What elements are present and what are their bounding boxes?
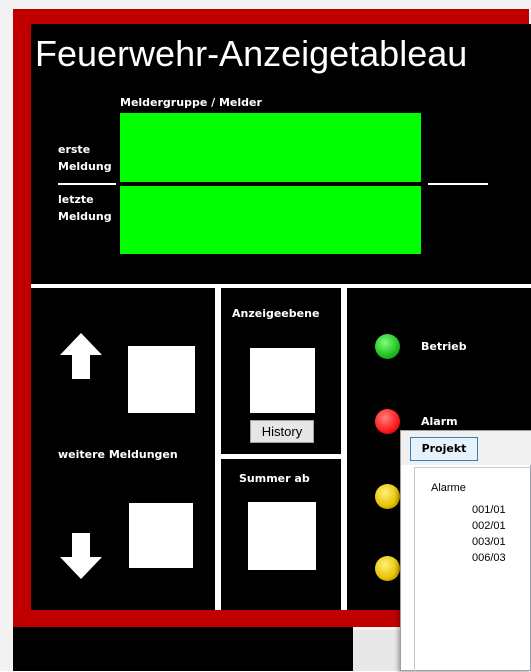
alarm-label: Alarm — [421, 415, 458, 428]
yellow-lamp-2 — [375, 556, 400, 581]
first-label-line1: erste — [58, 143, 91, 156]
operation-label: Betrieb — [421, 340, 467, 353]
level-label: Anzeigeebene — [232, 307, 320, 320]
list-item[interactable]: 002/01 — [472, 520, 506, 532]
group-label: Meldergruppe / Melder — [120, 96, 262, 109]
level-button[interactable] — [250, 348, 315, 413]
first-message-display — [120, 113, 421, 182]
alarm-list[interactable]: Alarme 001/01 002/01 003/01 006/03 — [414, 467, 531, 672]
column-divider-2 — [341, 288, 347, 610]
history-button[interactable]: History — [250, 420, 314, 443]
last-label-line2: Meldung — [58, 210, 112, 223]
projekt-button[interactable]: Projekt — [410, 437, 478, 461]
list-item[interactable]: 003/01 — [472, 536, 506, 548]
last-message-display — [120, 186, 421, 254]
yellow-lamp-1 — [375, 484, 400, 509]
alarm-list-header: Alarme — [431, 482, 466, 494]
bottom-panel — [353, 630, 403, 671]
section-divider — [31, 284, 531, 288]
bottom-bar — [13, 627, 353, 671]
buzzer-off-button[interactable] — [248, 502, 316, 570]
list-item[interactable]: 001/01 — [472, 504, 506, 516]
alarm-lamp — [375, 409, 400, 434]
more-messages-label: weitere Meldungen — [58, 448, 178, 461]
list-item[interactable]: 006/03 — [472, 552, 506, 564]
scroll-down-button[interactable] — [129, 503, 193, 568]
project-popup: Projekt Alarme 001/01 002/01 003/01 006/… — [400, 430, 531, 672]
divider-left — [58, 183, 116, 185]
scroll-up-button[interactable] — [128, 346, 195, 413]
app-window: Feuerwehr-Anzeigetableau Meldergruppe / … — [0, 0, 531, 672]
first-label-line2: Meldung — [58, 160, 112, 173]
buzzer-label: Summer ab — [239, 472, 310, 485]
column-divider-1 — [215, 288, 221, 610]
page-title: Feuerwehr-Anzeigetableau — [35, 33, 468, 74]
arrow-up-icon — [60, 333, 102, 379]
operation-lamp — [375, 334, 400, 359]
display-divider — [120, 182, 421, 184]
divider-right — [428, 183, 488, 185]
popup-toolbar: Projekt — [401, 431, 531, 465]
last-label-line1: letzte — [58, 193, 94, 206]
arrow-down-icon — [60, 533, 102, 579]
middle-divider — [221, 454, 341, 459]
